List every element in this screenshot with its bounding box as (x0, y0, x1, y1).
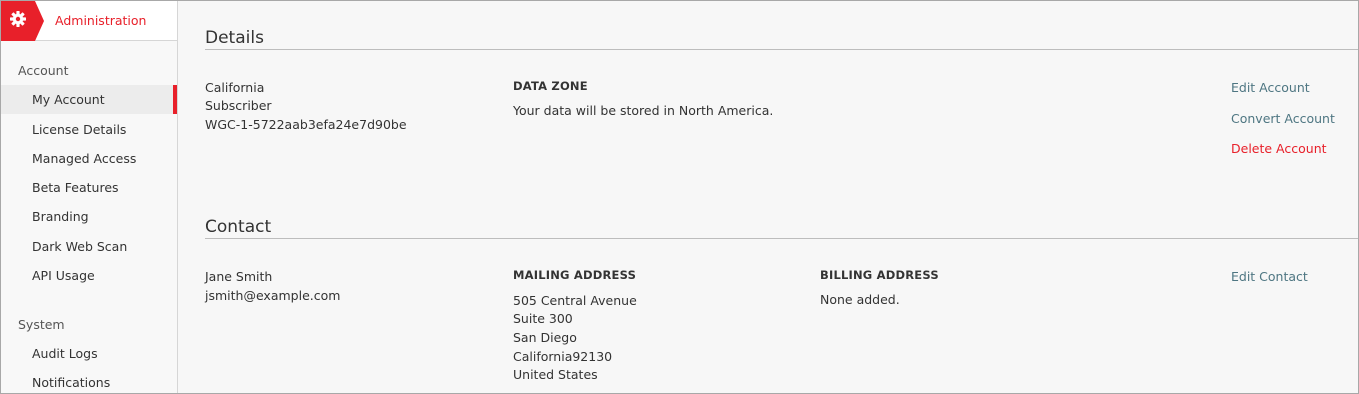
contact-email: jsmith@example.com (205, 288, 341, 303)
account-type: Subscriber (205, 98, 272, 113)
contact-divider (205, 238, 1358, 239)
data-zone-value: Your data will be stored in North Americ… (513, 103, 774, 118)
edit-account-link[interactable]: Edit Account (1231, 80, 1310, 95)
sidebar: Administration Account My Account Licens… (1, 1, 178, 393)
mailing-address-label: MAILING ADDRESS (513, 268, 637, 282)
sidebar-section-system: System (18, 317, 65, 332)
billing-address-label: BILLING ADDRESS (820, 268, 939, 282)
mailing-address-line: California92130 (513, 349, 613, 364)
mailing-address-line: San Diego (513, 330, 577, 345)
billing-address-value: None added. (820, 292, 900, 307)
sidebar-section-account: Account (18, 63, 69, 78)
sidebar-item-dark-web-scan[interactable]: Dark Web Scan (1, 232, 177, 261)
sidebar-item-my-account[interactable]: My Account (1, 85, 177, 114)
delete-account-link[interactable]: Delete Account (1231, 141, 1327, 156)
sidebar-item-branding[interactable]: Branding (1, 202, 177, 231)
sidebar-item-beta-features[interactable]: Beta Features (1, 173, 177, 202)
contact-heading: Contact (205, 217, 272, 237)
gear-icon (10, 11, 26, 27)
sidebar-item-license-details[interactable]: License Details (1, 115, 177, 144)
convert-account-link[interactable]: Convert Account (1231, 111, 1335, 126)
account-id: WGC-1-5722aab3efa24e7d90be (205, 117, 407, 132)
edit-contact-link[interactable]: Edit Contact (1231, 269, 1308, 284)
data-zone-label: DATA ZONE (513, 79, 588, 93)
window: Administration Account My Account Licens… (0, 0, 1359, 394)
mailing-address-line: United States (513, 367, 598, 382)
main-content: Details California Subscriber WGC-1-5722… (179, 1, 1358, 393)
sidebar-item-managed-access[interactable]: Managed Access (1, 144, 177, 173)
brand-header[interactable]: Administration (1, 1, 177, 41)
mailing-address-line: Suite 300 (513, 311, 573, 326)
brand-badge (1, 1, 45, 41)
account-region: California (205, 80, 265, 95)
sidebar-item-api-usage[interactable]: API Usage (1, 261, 177, 290)
app-title: Administration (55, 13, 147, 28)
details-heading: Details (205, 28, 264, 48)
contact-name: Jane Smith (205, 269, 273, 284)
sidebar-item-audit-logs[interactable]: Audit Logs (1, 339, 177, 368)
mailing-address-line: 505 Central Avenue (513, 293, 637, 308)
sidebar-item-notifications[interactable]: Notifications (1, 368, 177, 393)
details-divider (205, 49, 1358, 50)
